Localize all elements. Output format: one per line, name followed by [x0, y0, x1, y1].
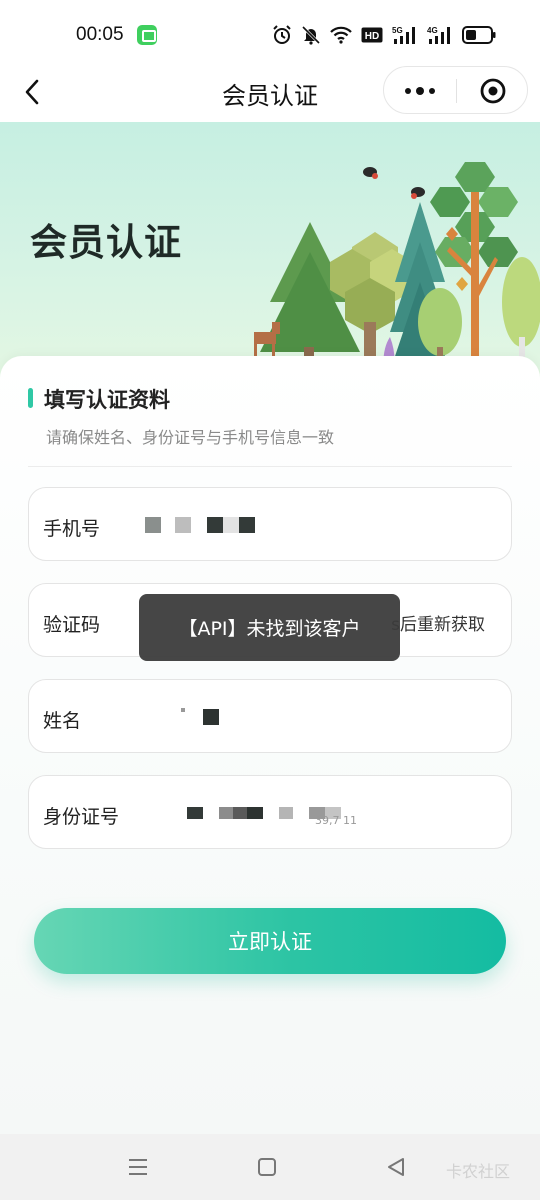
more-button[interactable]	[384, 67, 456, 115]
idcard-tail-text: 39,7 11	[315, 813, 357, 827]
mask-block	[181, 708, 185, 712]
mask-block	[279, 807, 293, 819]
section-subtitle: 请确保姓名、身份证号与手机号信息一致	[46, 428, 335, 447]
more-dot-icon	[429, 88, 435, 94]
idcard-label: 身份证号	[43, 806, 120, 828]
status-time: 00:05	[76, 24, 124, 45]
resend-countdown[interactable]: s后重新获取	[391, 610, 485, 635]
mask-block	[223, 517, 239, 533]
phone-label: 手机号	[43, 518, 101, 540]
mini-program-capsule	[383, 66, 528, 114]
status-bar: 00:05 HD 5G 4G	[0, 0, 540, 70]
home-square-icon	[258, 1158, 276, 1176]
5g-signal-icon: 5G	[392, 26, 415, 44]
code-label: 验证码	[43, 614, 101, 636]
hd-icon: HD	[361, 27, 383, 43]
watermark: 卡农社区	[446, 1162, 511, 1181]
svg-text:5G: 5G	[392, 26, 403, 35]
mask-block	[187, 807, 203, 819]
mute-icon	[301, 25, 321, 45]
more-dot-icon	[416, 87, 424, 95]
error-toast: 【API】未找到该客户	[139, 594, 400, 661]
idcard-field[interactable]: 身份证号 39,7 11	[28, 775, 512, 849]
alarm-icon	[273, 25, 291, 44]
message-app-icon	[137, 25, 157, 45]
more-dot-icon	[405, 88, 411, 94]
section-accent-bar	[28, 388, 33, 408]
4g-signal-icon: 4G	[427, 26, 450, 44]
divider	[28, 466, 512, 467]
svg-text:HD: HD	[365, 31, 379, 42]
nav-bar: 会员认证	[0, 62, 540, 122]
mask-block	[247, 807, 263, 819]
back-triangle-icon	[388, 1158, 404, 1176]
mask-block	[239, 517, 255, 533]
phone-field[interactable]: 手机号	[28, 487, 512, 561]
phone-input-masked[interactable]	[143, 510, 463, 540]
svg-text:4G: 4G	[427, 26, 438, 35]
close-mini-program-button[interactable]	[457, 67, 529, 115]
mask-block	[203, 709, 219, 725]
verification-form-card: 填写认证资料 请确保姓名、身份证号与手机号信息一致 手机号 验证码 s后重新获取…	[0, 356, 540, 1136]
mask-block	[145, 517, 161, 533]
battery-icon	[462, 26, 496, 44]
system-navigation-bar: 卡农社区	[0, 1134, 540, 1200]
target-close-icon	[480, 78, 506, 104]
back-nav-button[interactable]	[381, 1154, 411, 1180]
mask-block	[207, 517, 223, 533]
name-field[interactable]: 姓名	[28, 679, 512, 753]
section-title: 填写认证资料	[44, 388, 170, 412]
mask-block	[233, 807, 247, 819]
menu-button[interactable]	[123, 1154, 153, 1180]
status-icons: HD 5G 4G	[272, 22, 496, 48]
hero-title: 会员认证	[30, 221, 182, 264]
mask-block	[219, 807, 233, 819]
mask-block	[175, 517, 191, 533]
idcard-input-masked[interactable]: 39,7 11	[143, 798, 463, 828]
menu-icon	[129, 1159, 147, 1175]
home-button[interactable]	[252, 1154, 282, 1180]
name-label: 姓名	[43, 710, 82, 732]
name-input-masked[interactable]	[143, 702, 463, 732]
hero-banner: 会员认证	[0, 122, 540, 382]
wifi-icon	[330, 26, 352, 44]
bird-icon	[411, 187, 425, 199]
verify-now-button[interactable]: 立即认证	[34, 908, 506, 974]
forest-illustration	[254, 162, 540, 382]
bird-icon	[363, 167, 378, 179]
